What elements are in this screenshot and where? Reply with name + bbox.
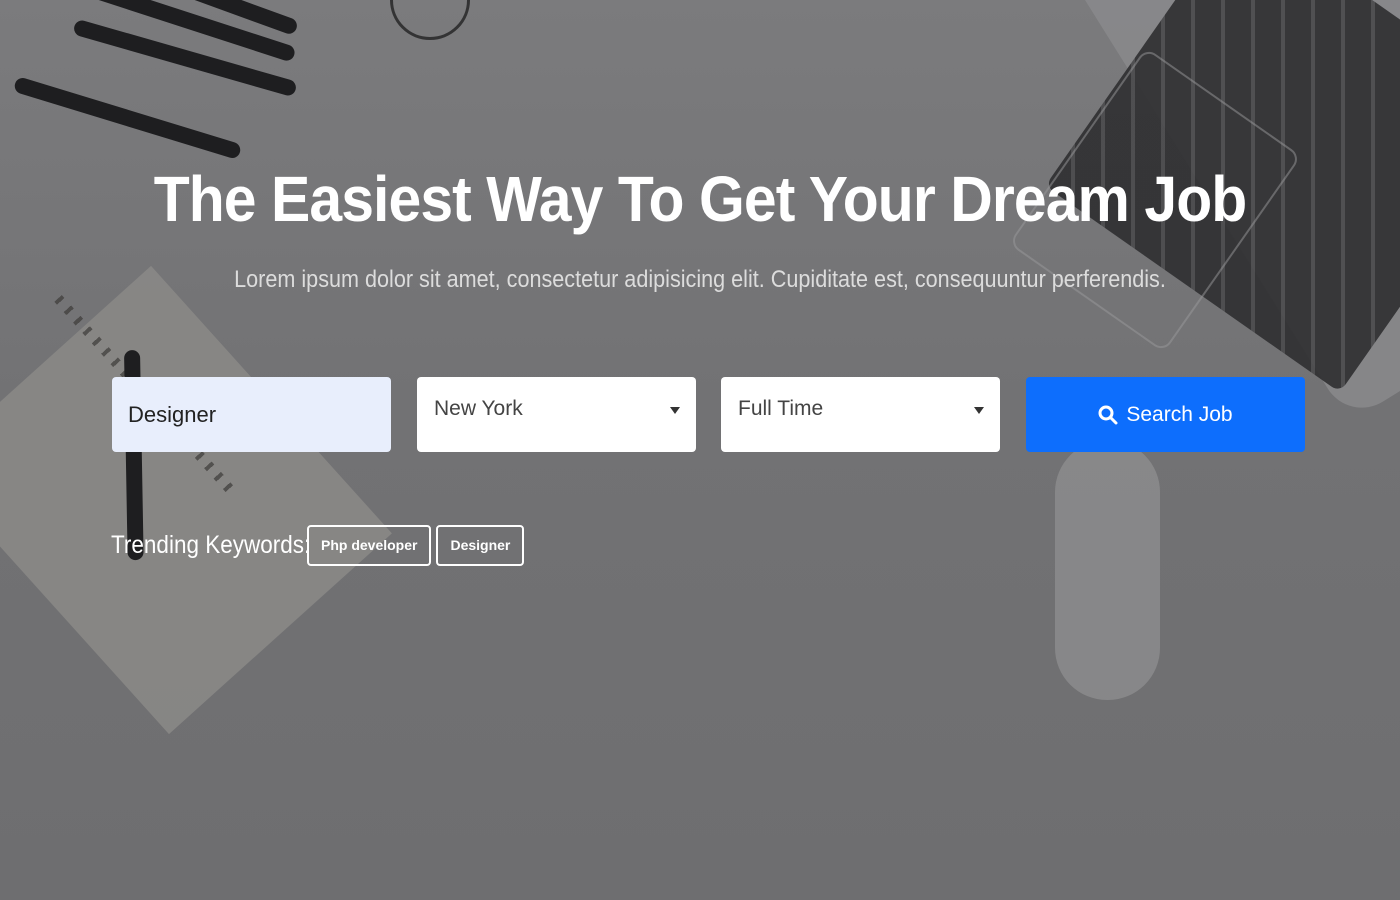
search-icon bbox=[1098, 405, 1118, 425]
hero-subtitle: Lorem ipsum dolor sit amet, consectetur … bbox=[234, 266, 1166, 293]
trending-keywords-label: Trending Keywords: bbox=[111, 530, 311, 559]
job-type-select[interactable]: Full Time bbox=[721, 377, 1000, 452]
chevron-down-icon bbox=[670, 407, 680, 414]
chevron-down-icon bbox=[974, 407, 984, 414]
trending-tag[interactable]: Designer bbox=[436, 524, 525, 566]
job-type-select-value: Full Time bbox=[738, 397, 824, 420]
trending-keywords: Trending Keywords: Php developer Designe… bbox=[111, 524, 529, 566]
location-select-value: New York bbox=[434, 397, 523, 420]
keyword-input[interactable] bbox=[112, 377, 391, 452]
trending-tag[interactable]: Php developer bbox=[307, 524, 432, 566]
location-select[interactable]: New York bbox=[417, 377, 696, 452]
hero-title: The Easiest Way To Get Your Dream Job bbox=[153, 163, 1248, 235]
hero-content: The Easiest Way To Get Your Dream Job Lo… bbox=[0, 0, 1400, 900]
search-job-button[interactable]: Search Job bbox=[1026, 377, 1305, 452]
search-job-button-label: Search Job bbox=[1126, 402, 1233, 426]
